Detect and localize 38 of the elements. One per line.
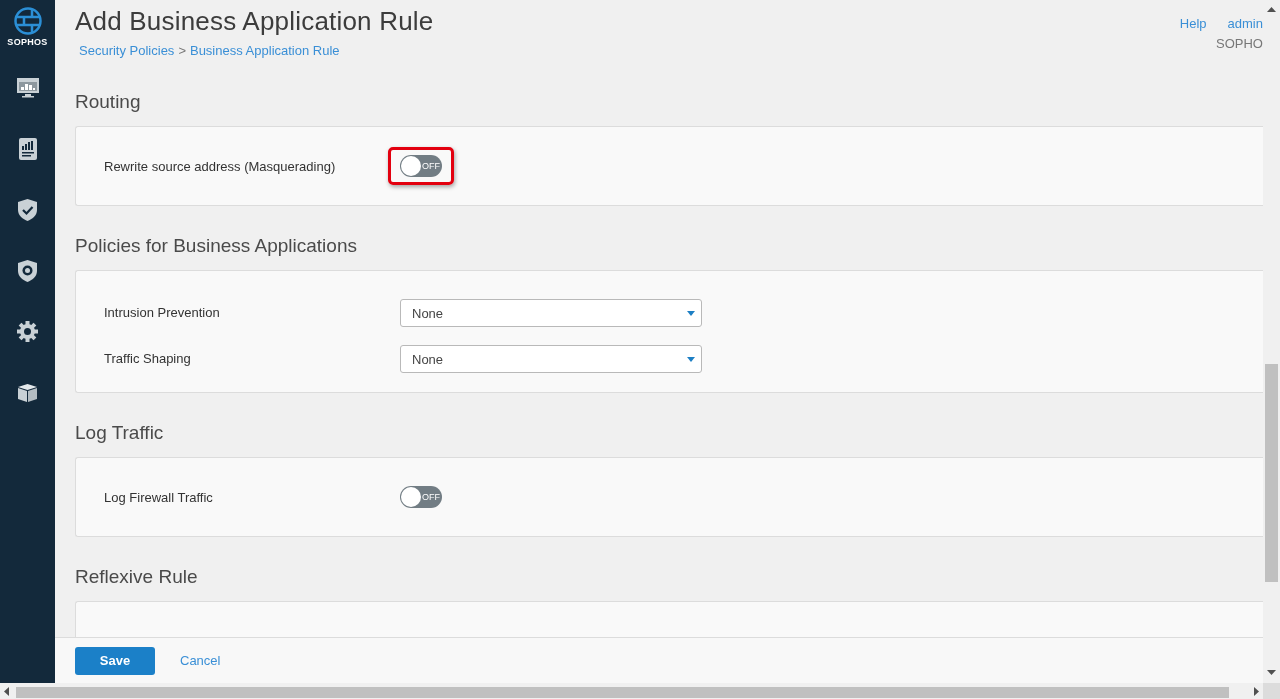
scroll-left-icon[interactable] [4,687,9,696]
breadcrumb-separator: > [178,43,186,58]
section-title: Log Traffic [75,421,165,445]
header-link[interactable]: Help [1179,16,1207,31]
scroll-up-icon[interactable] [1267,7,1276,12]
header-link[interactable]: admin [1227,16,1263,31]
organization-name: SOPHO [1216,36,1263,51]
toggle-switch[interactable]: OFF [400,155,442,177]
scrollbar-corner [1263,683,1280,699]
shield-gear-icon[interactable] [18,259,37,282]
field-label: Rewrite source address (Masquerading) [104,158,337,174]
scroll-down-icon[interactable] [1267,670,1276,675]
dropdown-field[interactable]: None [400,299,702,327]
caret-icon [687,310,695,316]
shield-check-icon[interactable] [18,198,37,221]
scroll-right-icon[interactable] [1254,687,1259,696]
brand-name: SOPHOS [7,37,48,47]
report-icon[interactable] [18,137,37,160]
monitor-icon[interactable] [15,76,40,99]
gear-icon[interactable] [17,321,38,342]
scrollbar-thumb[interactable] [16,687,1229,698]
section-title: Routing [75,90,142,114]
section-title: Reflexive Rule [75,565,199,589]
field-label: Log Firewall Traffic [104,489,214,505]
page-title: Add Business Application Rule [75,6,434,37]
dropdown-field[interactable]: None [400,345,702,373]
breadcrumb-link[interactable]: Business Application Rule [189,43,340,58]
caret-icon [687,356,695,362]
breadcrumb-link[interactable]: Security Policies [79,43,175,58]
scrollbar-thumb[interactable] [1265,364,1278,582]
save-button[interactable]: Save [75,646,155,675]
box-icon[interactable] [18,383,37,402]
field-label: Traffic Shaping [104,350,192,366]
globe-logo-icon [13,7,42,35]
cancel-link[interactable]: Cancel [180,653,221,668]
section-title: Policies for Business Applications [75,234,358,258]
toggle-switch[interactable]: OFF [400,486,442,508]
field-label: Intrusion Prevention [104,304,221,320]
